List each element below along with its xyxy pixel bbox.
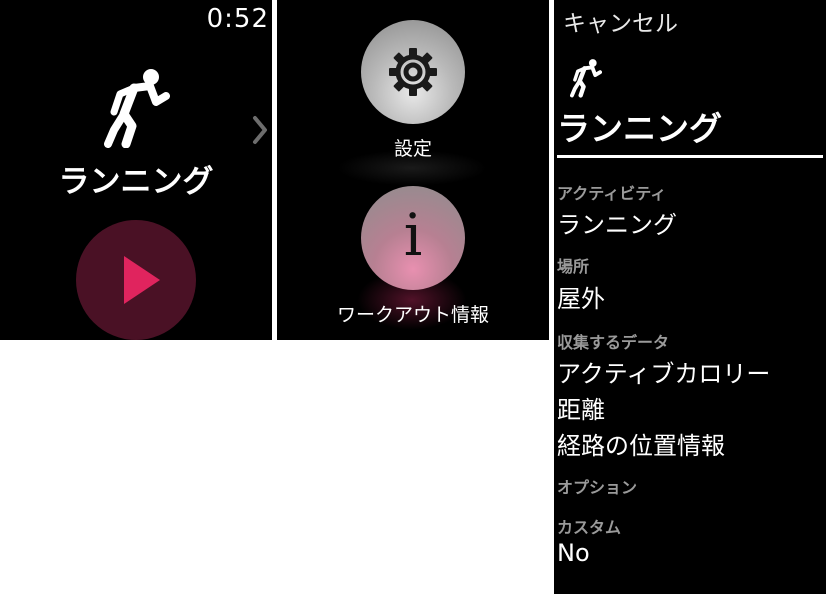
- collected-data-item: アクティブカロリー: [557, 360, 771, 388]
- section-label-activity: アクティビティ: [557, 184, 667, 203]
- settings-label: 設定: [393, 138, 432, 160]
- workout-start-screen: 0:52 ランニング: [0, 0, 272, 340]
- info-icon: i: [403, 201, 423, 269]
- title-divider: [557, 155, 823, 158]
- cancel-button[interactable]: キャンセル: [563, 4, 678, 38]
- section-label-collected-data: 収集するデータ: [557, 333, 670, 352]
- custom-value: No: [557, 539, 590, 567]
- workout-info-button[interactable]: i: [361, 186, 465, 290]
- clock-time: 0:52: [206, 4, 269, 34]
- section-label-custom: カスタム: [557, 518, 622, 537]
- running-figure-icon: [570, 59, 602, 98]
- start-workout-button[interactable]: [76, 220, 196, 340]
- running-figure-icon: [104, 69, 170, 148]
- section-label-options: オプション: [557, 478, 638, 497]
- workout-info-label: ワークアウト情報: [336, 304, 489, 326]
- workout-title: ランニング: [58, 164, 214, 200]
- play-icon: [124, 256, 160, 304]
- gear-icon: [389, 48, 437, 96]
- chevron-right-icon[interactable]: [252, 112, 268, 148]
- workout-details-screen: キャンセル ランニング アクティビティ ランニング 場所 屋外 収集するデータ …: [554, 0, 826, 594]
- activity-value: ランニング: [557, 211, 677, 239]
- section-label-location: 場所: [557, 257, 590, 276]
- collected-data-item: 経路の位置情報: [557, 432, 725, 460]
- page-title: ランニング: [557, 109, 722, 148]
- workout-options-screen: 設定 i ワークアウト情報: [277, 0, 549, 340]
- settings-button[interactable]: [361, 20, 465, 124]
- location-value: 屋外: [557, 285, 605, 313]
- collected-data-item: 距離: [557, 396, 605, 424]
